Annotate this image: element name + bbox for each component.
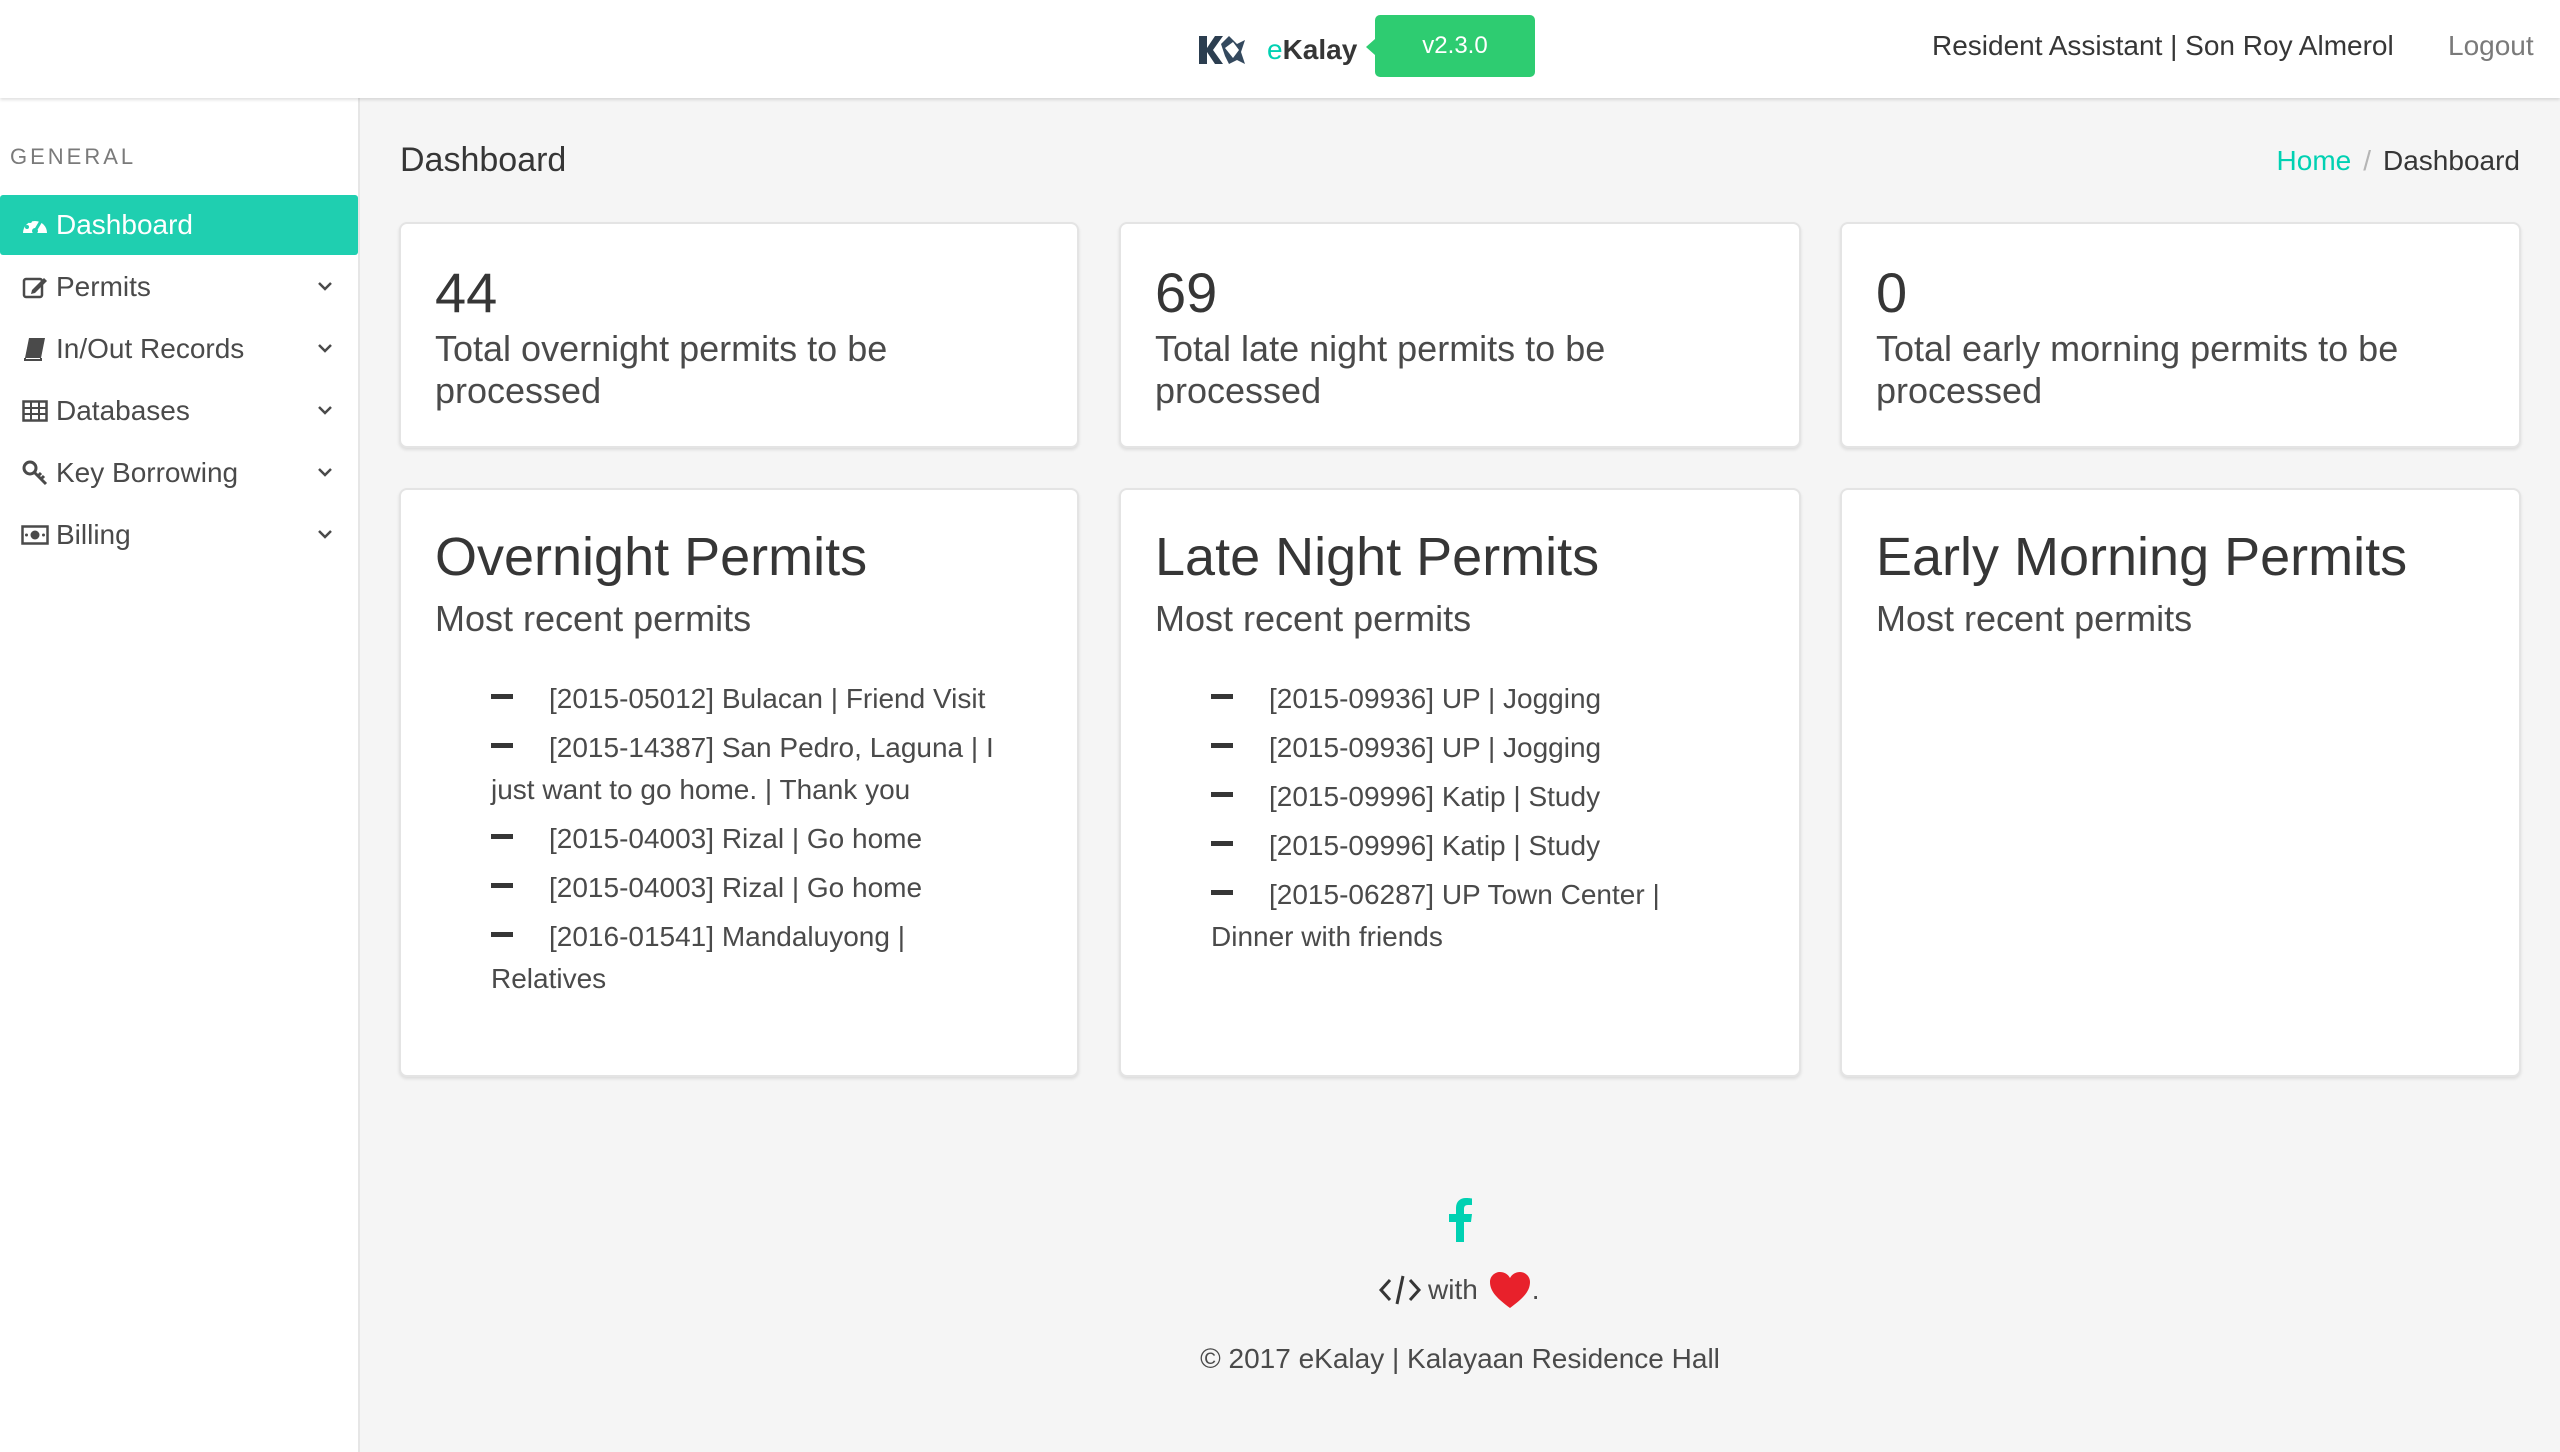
- permit-item[interactable]: [2016-01541] Mandaluyong | Relatives: [491, 916, 1011, 1000]
- breadcrumb-home-link[interactable]: Home: [2277, 145, 2352, 177]
- made-with-love: with .: [1378, 1268, 1540, 1312]
- permit-item[interactable]: [2015-09936] UP | Jogging: [1211, 727, 1731, 769]
- menu-label: GENERAL: [10, 144, 137, 169]
- breadcrumb-current: Dashboard: [2383, 145, 2520, 176]
- sidebar-item-label: Key Borrowing: [56, 457, 239, 488]
- edit-icon: [20, 272, 50, 302]
- made-with-period: .: [1531, 1274, 1540, 1305]
- key-icon: [20, 458, 50, 488]
- sidebar-item-label: Dashboard: [56, 209, 193, 240]
- sidebar-item-label: Permits: [56, 271, 151, 302]
- overnight-permits-card: Overnight Permits Most recent permits [2…: [399, 488, 1079, 1077]
- breadcrumb-separator: /: [2363, 145, 2372, 176]
- logout-link[interactable]: Logout: [2448, 30, 2534, 62]
- dashboard-icon: [20, 210, 50, 240]
- chevron-down-icon: [318, 468, 332, 477]
- card-title: Early Morning Permits: [1876, 527, 2408, 587]
- stat-value: 69: [1155, 261, 1218, 324]
- card-title: Overnight Permits: [435, 527, 868, 587]
- page-title: Dashboard: [400, 141, 567, 179]
- permit-item[interactable]: [2015-09936] UP | Jogging: [1211, 678, 1731, 720]
- brand-name: eKalay: [1267, 34, 1357, 66]
- chevron-down-icon: [318, 406, 332, 415]
- stat-card-late-night: 69 Total late night permits to be proces…: [1119, 222, 1801, 448]
- permit-item[interactable]: [2015-04003] Rizal | Go home: [491, 867, 1011, 909]
- version-tag: v2.3.0: [1366, 15, 1535, 77]
- permit-item[interactable]: [2015-06287] UP Town Center | Dinner wit…: [1211, 874, 1731, 958]
- heart-icon: [1489, 1272, 1530, 1308]
- card-subtitle: Most recent permits: [1155, 598, 1472, 639]
- card-title: Late Night Permits: [1155, 527, 1600, 587]
- sidebar-item-label: Databases: [56, 395, 190, 426]
- permit-item[interactable]: [2015-09996] Katip | Study: [1211, 776, 1731, 818]
- chevron-down-icon: [318, 344, 332, 353]
- permit-item[interactable]: [2015-14387] San Pedro, Laguna | I just …: [491, 727, 1011, 811]
- permit-list: [2015-09936] UP | Jogging [2015-09936] U…: [1211, 678, 1731, 965]
- early-morning-permits-card: Early Morning Permits Most recent permit…: [1840, 488, 2521, 1077]
- table-icon: [20, 396, 50, 426]
- late-night-permits-card: Late Night Permits Most recent permits […: [1119, 488, 1801, 1077]
- stat-value: 0: [1876, 261, 1908, 324]
- card-subtitle: Most recent permits: [1876, 598, 2193, 639]
- permit-item[interactable]: [2015-09996] Katip | Study: [1211, 825, 1731, 867]
- sidebar-item-dashboard[interactable]: Dashboard: [0, 195, 358, 255]
- brand-rest: Kalay: [1282, 34, 1358, 65]
- breadcrumb: Home / Dashboard: [2277, 145, 2520, 177]
- chevron-down-icon: [318, 530, 332, 539]
- ekalay-logo-icon: [1199, 36, 1245, 64]
- sidebar-item-billing[interactable]: Billing: [0, 505, 358, 565]
- stat-card-early-morning: 0 Total early morning permits to be proc…: [1840, 222, 2521, 448]
- user-role-name: Resident Assistant | Son Roy Almerol: [1932, 30, 2394, 61]
- top-navbar: eKalay v2.3.0 Resident Assistant | Son R…: [0, 0, 2560, 98]
- sidebar-item-permits[interactable]: Permits: [0, 257, 358, 317]
- permit-item[interactable]: [2015-04003] Rizal | Go home: [491, 818, 1011, 860]
- copyright-text: © 2017 eKalay | Kalayaan Residence Hall: [1200, 1343, 1720, 1374]
- code-icon: [1378, 1275, 1422, 1305]
- card-subtitle: Most recent permits: [435, 598, 752, 639]
- sidebar-item-key-borrowing[interactable]: Key Borrowing: [0, 443, 358, 503]
- footer-copyright: © 2017 eKalay | Kalayaan Residence Hall: [0, 1343, 2560, 1375]
- stat-description: Total early morning permits to be proces…: [1876, 328, 2399, 411]
- stat-value: 44: [435, 261, 498, 324]
- stat-description: Total late night permits to be processed: [1155, 328, 1606, 411]
- permit-item[interactable]: [2015-05012] Bulacan | Friend Visit: [491, 678, 1011, 720]
- stat-card-overnight: 44 Total overnight permits to be process…: [399, 222, 1079, 448]
- sidebar: GENERAL Dashboard Permits In/Out Records…: [0, 98, 360, 1452]
- sidebar-item-label: Billing: [56, 519, 131, 550]
- sidebar-item-label: In/Out Records: [56, 333, 245, 364]
- chevron-down-icon: [318, 282, 332, 291]
- book-icon: [20, 334, 50, 364]
- sidebar-item-databases[interactable]: Databases: [0, 381, 358, 441]
- brand[interactable]: eKalay: [1195, 26, 1357, 74]
- made-with-text: with: [1428, 1274, 1478, 1305]
- permit-list: [2015-05012] Bulacan | Friend Visit [201…: [491, 678, 1011, 1007]
- money-icon: [20, 520, 50, 550]
- facebook-icon[interactable]: [1445, 1198, 1475, 1242]
- sidebar-item-inout-records[interactable]: In/Out Records: [0, 319, 358, 379]
- brand-prefix: e: [1267, 34, 1283, 65]
- stat-description: Total overnight permits to be processed: [435, 328, 888, 411]
